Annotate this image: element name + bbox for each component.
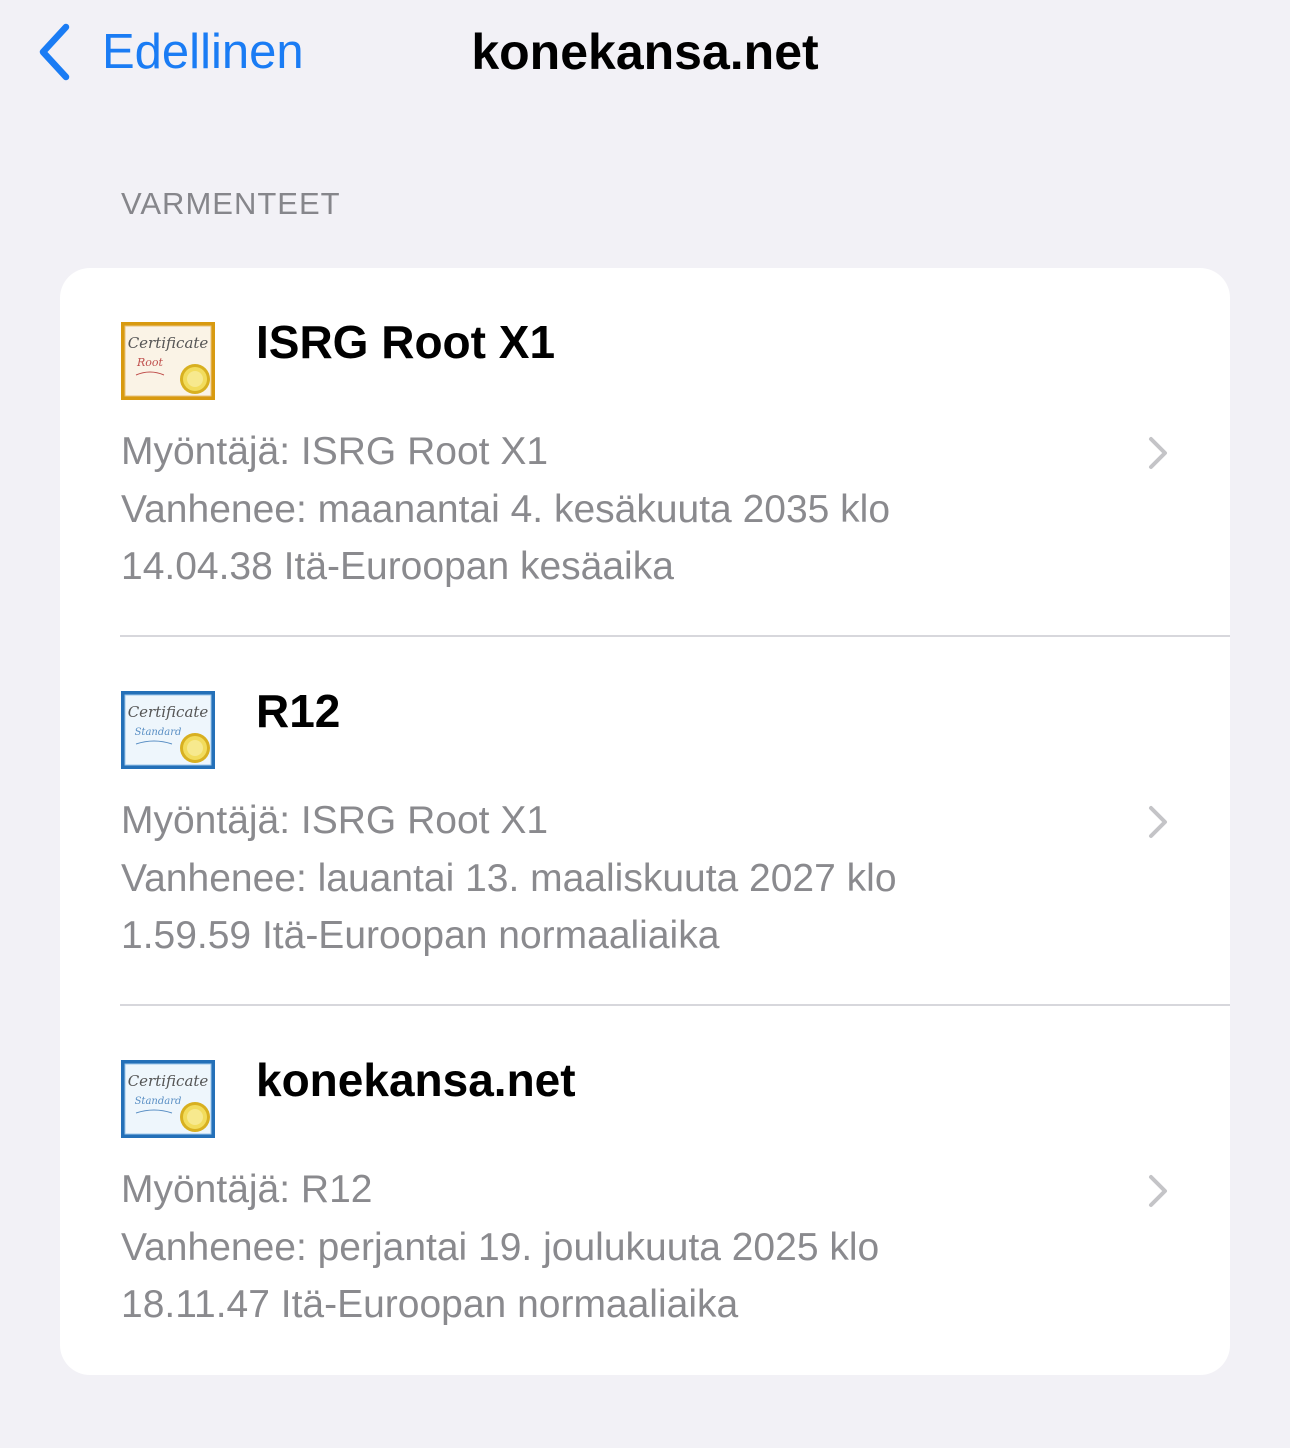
certificate-title: konekansa.net — [256, 1054, 576, 1106]
certificate-details: Myöntäjä: ISRG Root X1 Vanhenee: maanant… — [121, 423, 1121, 596]
certificate-standard-icon: Certificate Standard — [120, 690, 216, 770]
certificate-row[interactable]: Certificate Root ISRG Root X1 Myöntäjä: … — [60, 268, 1230, 637]
certificate-issuer: Myöntäjä: R12 — [121, 1168, 373, 1211]
certificate-heading-text: Certificate — [128, 334, 209, 352]
certificate-row[interactable]: Certificate Standard konekansa.net Myönt… — [60, 1006, 1230, 1375]
certificate-title: ISRG Root X1 — [256, 316, 556, 368]
certificate-expiry-line1: Vanhenee: lauantai 13. maaliskuuta 2027 … — [121, 856, 897, 900]
certificate-kind-text: Root — [136, 356, 164, 369]
certificate-expiry-line1: Vanhenee: perjantai 19. joulukuuta 2025 … — [121, 1225, 880, 1269]
page-title: konekansa.net — [471, 24, 819, 80]
certificate-root-icon: Certificate Root — [120, 321, 216, 401]
certificate-kind-text: Standard — [135, 727, 182, 738]
certificate-details: Myöntäjä: ISRG Root X1 Vanhenee: lauanta… — [121, 792, 1121, 965]
certificate-heading-text: Certificate — [128, 703, 209, 721]
chevron-right-icon — [1149, 1175, 1167, 1207]
certificate-expiry-line2: 18.11.47 Itä-Euroopan normaaliaika — [121, 1283, 739, 1326]
back-button-label: Edellinen — [102, 25, 304, 79]
certificate-row[interactable]: Certificate Standard R12 Myöntäjä: ISRG … — [60, 637, 1230, 1006]
certificate-expiry-line2: 1.59.59 Itä-Euroopan normaaliaika — [121, 914, 720, 957]
section-header-certificates: VARMENTEET — [121, 186, 341, 221]
certificate-issuer: Myöntäjä: ISRG Root X1 — [121, 430, 549, 473]
certificate-expiry-line2: 14.04.38 Itä-Euroopan kesäaika — [121, 545, 674, 588]
chevron-left-icon — [39, 23, 70, 81]
certificates-list: Certificate Root ISRG Root X1 Myöntäjä: … — [60, 268, 1230, 1375]
certificate-title: R12 — [256, 685, 341, 737]
chevron-right-icon — [1149, 806, 1167, 838]
navigation-bar: Edellinen konekansa.net — [0, 0, 1290, 110]
certificate-standard-icon: Certificate Standard — [120, 1059, 216, 1139]
certificate-expiry-line1: Vanhenee: maanantai 4. kesäkuuta 2035 kl… — [121, 487, 891, 531]
certificate-details: Myöntäjä: R12 Vanhenee: perjantai 19. jo… — [121, 1161, 1121, 1334]
certificate-heading-text: Certificate — [128, 1072, 209, 1090]
certificate-issuer: Myöntäjä: ISRG Root X1 — [121, 799, 549, 842]
back-button[interactable]: Edellinen — [36, 18, 304, 86]
chevron-right-icon — [1149, 437, 1167, 469]
certificate-kind-text: Standard — [135, 1096, 182, 1107]
